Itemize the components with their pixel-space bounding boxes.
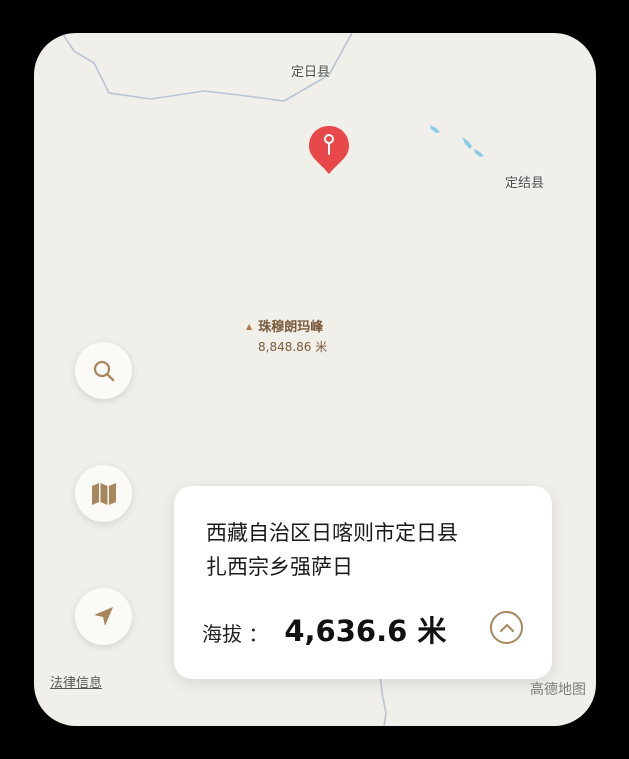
county-boundary-south (379, 672, 387, 726)
map-layers-button[interactable] (75, 465, 132, 522)
altitude-label: 海拔 ： (202, 622, 269, 646)
chevron-up-icon (499, 623, 514, 632)
altitude-row: 海拔 ： 4,636.6 米 (202, 608, 446, 650)
lake (430, 125, 440, 133)
location-info-card: 西藏自治区日喀则市定日县 扎西宗乡强萨日 海拔 ： 4,636.6 米 (174, 486, 552, 679)
address-line-2: 扎西宗乡强萨日 (206, 555, 353, 579)
address-line-1: 西藏自治区日喀则市定日县 (206, 521, 458, 545)
map-icon (91, 482, 116, 505)
peak-name: 珠穆朗玛峰 (258, 320, 324, 335)
search-button[interactable] (75, 342, 132, 399)
amap-logo: 高德地图 (530, 682, 586, 698)
navigation-arrow-icon (93, 606, 113, 626)
peak-elevation: 8,848.86 米 (258, 340, 328, 354)
search-icon (93, 360, 114, 381)
location-pin-icon[interactable] (307, 124, 351, 176)
city-label-dingjie: 定结县 (505, 176, 545, 191)
legal-info-link[interactable]: 法律信息 (50, 672, 102, 691)
address-text: 西藏自治区日喀则市定日县 扎西宗乡强萨日 (206, 516, 526, 584)
altitude-value: 4,636.6 米 (284, 614, 447, 648)
peak-icon: ▲ (246, 322, 253, 331)
peak-marker[interactable]: ▲ 珠穆朗玛峰 8,848.86 米 (242, 316, 327, 355)
city-label-dingri: 定日县 (291, 65, 331, 80)
locate-me-button[interactable] (75, 588, 132, 645)
map-view[interactable]: 定日县 定结县 ▲ 珠穆朗玛峰 8,848.86 米 法律信息 高德地图 西藏自治… (34, 33, 596, 726)
expand-button[interactable] (490, 611, 523, 644)
lake (462, 137, 472, 149)
lake (474, 149, 484, 157)
